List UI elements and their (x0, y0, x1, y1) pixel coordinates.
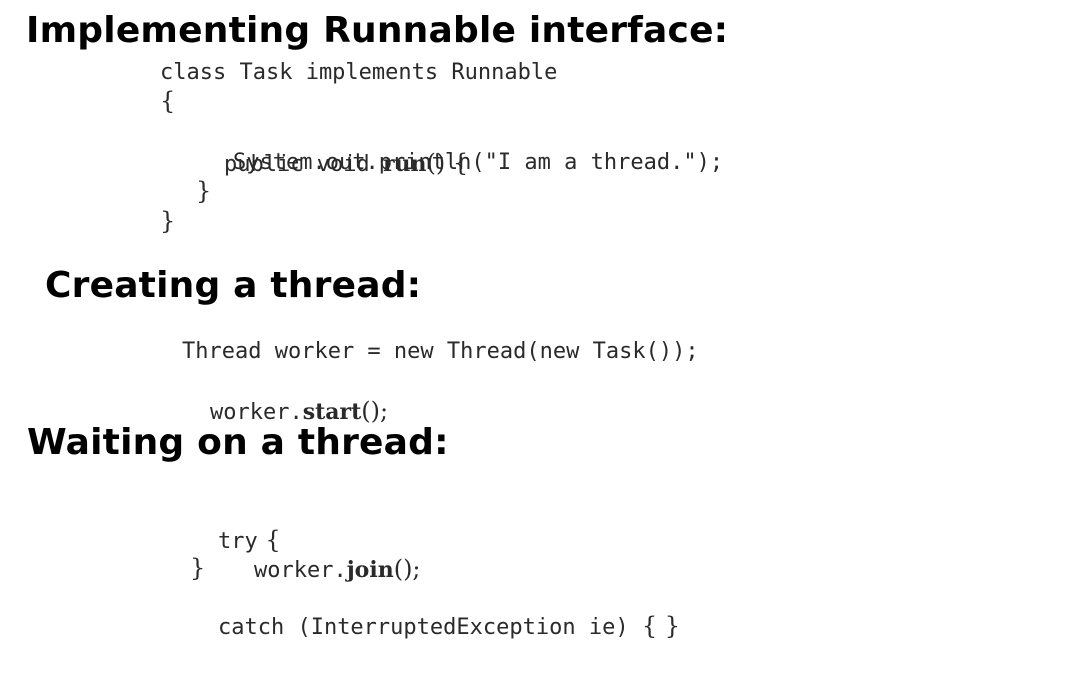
code-line-catch: catch (InterruptedException ie) { } (190, 581, 680, 673)
heading-implementing-runnable: Implementing Runnable interface: (26, 10, 729, 51)
heading-waiting-thread: Waiting on a thread: (27, 422, 449, 463)
code-token-join-parens: (); (393, 555, 421, 583)
code-line-close-class-brace: } (160, 207, 176, 235)
code-line-println: System.out.println("I am a thread."); (233, 150, 724, 175)
code-line-open-brace: { (160, 87, 176, 115)
code-token-catch-braces: { } (641, 612, 680, 640)
code-token-join: join (346, 557, 394, 583)
code-line-class-decl: class Task implements Runnable (160, 60, 558, 85)
code-token-worker-join: worker. (253, 558, 347, 583)
code-line-close-method-brace: } (196, 177, 212, 205)
code-token-catch: catch (InterruptedException ie) (217, 615, 642, 640)
code-line-close-try-brace: } (190, 554, 206, 582)
code-line-thread-new: Thread worker = new Thread(new Task()); (182, 339, 699, 364)
heading-creating-thread: Creating a thread: (45, 265, 422, 306)
